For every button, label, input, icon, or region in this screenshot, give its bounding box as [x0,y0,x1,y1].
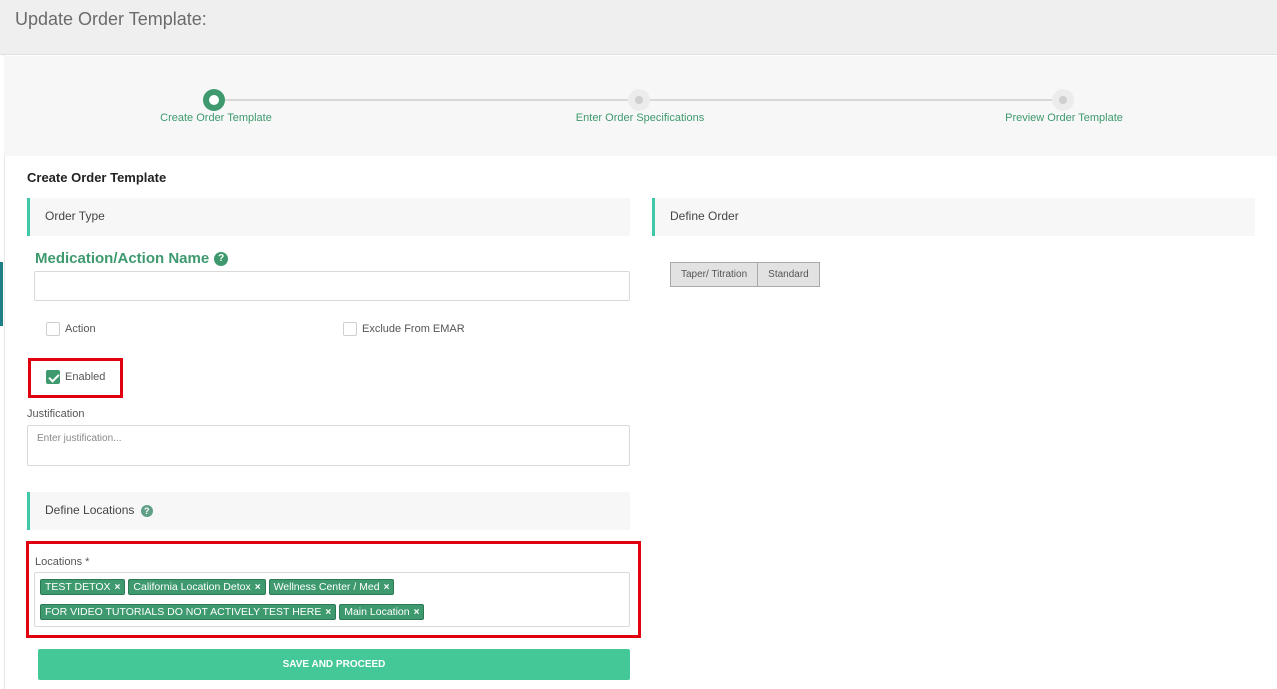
location-tag-label: TEST DETOX [45,581,111,593]
justification-label: Justification [27,408,85,420]
location-tag[interactable]: Main Location × [339,604,425,620]
location-tag-label: Wellness Center / Med [273,581,380,593]
help-icon[interactable]: ? [214,251,229,266]
justification-textarea[interactable]: Enter justification... [27,425,630,466]
location-tag[interactable]: FOR VIDEO TUTORIALS DO NOT ACTIVELY TEST… [40,604,337,620]
taper-titration-button[interactable]: Taper/ Titration [670,262,759,287]
location-tag-label: California Location Detox [133,581,251,593]
section-heading: Create Order Template [27,170,167,185]
enabled-label: Enabled [65,371,106,383]
action-checkbox-row[interactable]: Action [46,322,96,336]
top-bar: Update Order Template: [0,0,1277,55]
step-1-label[interactable]: Create Order Template [160,112,272,124]
medication-field-title: Medication/Action Name ? [35,250,229,267]
action-label: Action [65,323,96,335]
location-tag-label: FOR VIDEO TUTORIALS DO NOT ACTIVELY TEST… [45,606,322,618]
exclude-emar-label: Exclude From EMAR [362,323,465,335]
locations-tag-row: TEST DETOX × California Location Detox × W… [40,579,397,595]
action-checkbox[interactable] [46,322,60,336]
step-3-label[interactable]: Preview Order Template [1005,112,1123,124]
step-1-indicator[interactable] [203,89,225,111]
step-2-label[interactable]: Enter Order Specifications [576,112,704,124]
order-type-header: Order Type [27,198,630,236]
remove-tag-icon[interactable]: × [325,607,331,618]
location-tag[interactable]: TEST DETOX × [40,579,126,595]
remove-tag-icon[interactable]: × [414,607,420,618]
page-title: Update Order Template: [15,9,207,29]
define-order-header: Define Order [652,198,1255,236]
save-and-proceed-button[interactable]: SAVE AND PROCEED [38,649,630,680]
exclude-emar-checkbox[interactable] [343,322,357,336]
help-icon[interactable]: ? [140,505,153,517]
location-tag[interactable]: Wellness Center / Med × [268,579,395,595]
location-tag[interactable]: California Location Detox × [128,579,266,595]
define-locations-label: Define Locations [45,503,135,517]
medication-name-input[interactable] [34,271,630,301]
locations-label: Locations * [35,556,90,568]
justification-placeholder: Enter justification... [37,433,122,444]
step-3-indicator[interactable] [1052,89,1074,111]
locations-tag-row: FOR VIDEO TUTORIALS DO NOT ACTIVELY TEST… [40,604,427,620]
remove-tag-icon[interactable]: × [384,582,390,593]
enabled-checkbox-row[interactable]: Enabled [46,370,105,384]
location-tag-label: Main Location [344,606,410,618]
exclude-emar-checkbox-row[interactable]: Exclude From EMAR [343,322,465,336]
standard-button[interactable]: Standard [758,262,820,287]
step-connector [650,99,1053,101]
order-type-toggle: Taper/ Titration Standard [670,262,820,287]
enabled-checkbox[interactable] [46,370,60,384]
step-2-indicator[interactable] [628,89,650,111]
step-connector [225,99,628,101]
remove-tag-icon[interactable]: × [115,582,121,593]
medication-label: Medication/Action Name [35,250,210,267]
remove-tag-icon[interactable]: × [255,582,261,593]
define-locations-header: Define Locations ? [27,492,630,530]
sidebar-edge-accent [0,262,3,326]
